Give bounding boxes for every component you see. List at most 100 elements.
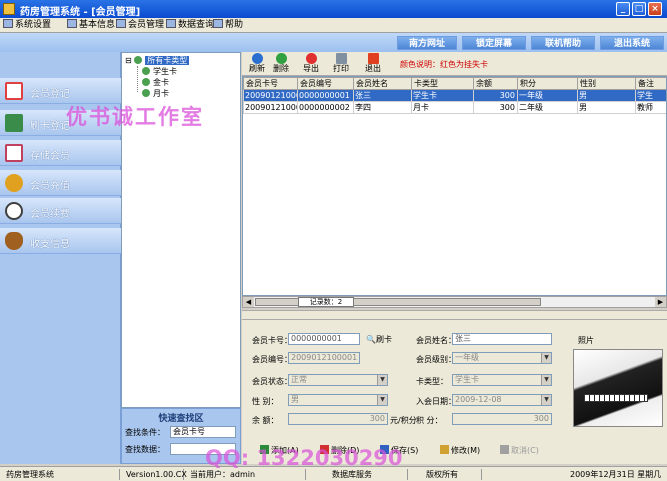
menu-data-query[interactable]: 数据查询 <box>166 19 214 32</box>
maximize-button[interactable]: □ <box>632 2 646 16</box>
nav-income-expense[interactable]: 收支信息 <box>0 228 121 254</box>
print-button[interactable]: 打印 <box>330 53 352 75</box>
card-type-select[interactable]: 学生卡 ▼ <box>452 374 552 386</box>
join-date-picker[interactable]: 2009-12-08 ▼ <box>452 394 552 406</box>
status-select[interactable]: 正常 ▼ <box>288 374 388 386</box>
card-no-label: 会员卡号： <box>252 336 292 345</box>
chevron-down-icon: ▼ <box>541 375 551 385</box>
tree-node-icon <box>142 67 150 75</box>
cancel-button[interactable]: 取消(C) <box>500 445 539 457</box>
help-icon <box>213 19 223 28</box>
swipe-card-button[interactable]: 🔍刷卡 <box>366 334 392 345</box>
balance-label: 余 额： <box>252 416 279 425</box>
tree-item-month-card[interactable]: 月卡 <box>142 88 169 99</box>
tree-node-icon <box>134 56 143 64</box>
query-icon <box>166 19 176 28</box>
tree-root[interactable]: ⊟ 所有卡类型 <box>125 55 190 66</box>
search-title: 快速查找区 <box>158 414 204 424</box>
toolbar: 刷新 删除 导出 打印 退出 颜色说明：红色为挂失卡 <box>242 52 667 76</box>
storage-icon <box>5 144 23 162</box>
grade-label: 会员级别： <box>416 355 456 364</box>
panel-divider <box>242 310 667 320</box>
status-database: 数据库服务 <box>328 469 408 480</box>
col-header-card-no[interactable]: 会员卡号 <box>243 77 298 90</box>
member-photo <box>573 349 663 427</box>
join-date-label: 入会日期： <box>416 397 456 406</box>
nav-storage-member[interactable]: 存储会员 <box>0 140 121 166</box>
menu-members[interactable]: 会员管理 <box>116 19 164 32</box>
nav-member-renew[interactable]: 会员续费 <box>0 198 121 224</box>
edit-icon <box>440 445 449 454</box>
unit-label: 元/积分 <box>390 416 417 425</box>
print-icon <box>335 53 347 64</box>
tree-node-icon <box>142 78 150 86</box>
member-id-label: 会员编号： <box>252 355 292 364</box>
col-header-points[interactable]: 积分 <box>517 77 578 90</box>
tree-item-gold-card[interactable]: 金卡 <box>142 77 169 88</box>
table-row[interactable]: 2009012100001 0000000001 张三 学生卡 300 一年级 … <box>243 89 666 102</box>
card-swipe-icon <box>5 114 23 132</box>
menu-basic-info[interactable]: 基本信息 <box>67 19 115 32</box>
exit-button[interactable]: 退出 <box>362 53 384 75</box>
status-app-name: 药房管理系统 <box>2 469 120 480</box>
menu-help[interactable]: 帮助 <box>213 19 243 32</box>
card-no-field[interactable]: 0000000001 <box>288 333 360 345</box>
tab-online-help[interactable]: 联机帮助 <box>531 36 595 50</box>
window-title: 药房管理系统 - [会员管理] <box>20 7 141 18</box>
export-button[interactable]: 导出 <box>298 53 324 75</box>
col-header-member-id[interactable]: 会员编号 <box>297 77 354 90</box>
renew-icon <box>5 202 23 220</box>
photo-label: 照片 <box>578 336 594 345</box>
magnifier-icon: 🔍 <box>366 335 376 344</box>
col-header-name[interactable]: 会员姓名 <box>353 77 412 90</box>
record-count-tab[interactable]: 记录数：2 <box>298 297 354 307</box>
studio-watermark: 优书诚工作室 <box>66 104 204 129</box>
col-header-card-type[interactable]: 卡类型 <box>411 77 474 90</box>
card-type-label: 卡类型： <box>416 377 448 386</box>
balance-field[interactable]: 300 <box>288 413 388 425</box>
points-field[interactable]: 300 <box>452 413 552 425</box>
cancel-icon <box>500 445 509 454</box>
qq-watermark: QQ: 1322030290 <box>205 446 403 470</box>
refresh-button[interactable]: 刷新 <box>246 53 268 75</box>
col-header-balance[interactable]: 余额 <box>473 77 518 90</box>
member-detail-form: 会员卡号： 0000000001 🔍刷卡 会员姓名： 张三 照片 会员编号： 2… <box>242 320 667 464</box>
menu-system-settings[interactable]: 系统设置 <box>3 19 51 32</box>
chevron-down-icon: ▼ <box>377 395 387 405</box>
member-id-field[interactable]: 2009012100001 <box>288 352 360 364</box>
edit-button[interactable]: 修改(M) <box>440 445 480 457</box>
minimize-button[interactable]: _ <box>616 2 630 16</box>
table-row[interactable]: 2009012100002 0000000002 李四 月卡 300 二年级 男… <box>243 101 666 114</box>
info-icon <box>67 19 77 28</box>
export-icon <box>305 53 317 64</box>
col-header-gender[interactable]: 性别 <box>577 77 636 90</box>
refresh-icon <box>251 53 263 64</box>
nav-member-recharge[interactable]: 会员充值 <box>0 170 121 196</box>
grid-header-row: 会员卡号 会员编号 会员姓名 卡类型 余额 积分 性别 备注 <box>243 77 666 90</box>
name-field[interactable]: 张三 <box>452 333 552 345</box>
tree-node-icon <box>142 89 150 97</box>
scroll-right-icon[interactable]: ▶ <box>655 297 666 307</box>
tab-website[interactable]: 南方网址 <box>397 36 457 50</box>
tab-lock-screen[interactable]: 锁定屏幕 <box>462 36 526 50</box>
scroll-left-icon[interactable]: ◀ <box>243 297 254 307</box>
tree-item-student-card[interactable]: 学生卡 <box>142 66 177 77</box>
search-field-select[interactable]: 会员卡号 <box>170 426 236 438</box>
chevron-down-icon: ▼ <box>541 353 551 363</box>
search-field-label: 查找条件： <box>125 428 165 437</box>
status-current-user: 当前用户：admin <box>186 469 306 480</box>
settings-icon <box>3 19 13 28</box>
close-button[interactable]: × <box>648 2 662 16</box>
tab-exit-system[interactable]: 退出系统 <box>600 36 664 50</box>
delete-button[interactable]: 删除 <box>270 53 292 75</box>
status-copyright: 版权所有 <box>422 469 482 480</box>
col-header-remark[interactable]: 备注 <box>635 77 666 90</box>
header-bar: 南方网址 锁定屏幕 联机帮助 退出系统 <box>0 33 667 52</box>
name-label: 会员姓名： <box>416 336 456 345</box>
search-content-label: 查找数据： <box>125 445 165 454</box>
status-version: Version1.00.CX <box>122 469 187 480</box>
gender-select[interactable]: 男 ▼ <box>288 394 388 406</box>
gender-label: 性 别： <box>252 397 279 406</box>
grade-select[interactable]: 一年级 ▼ <box>452 352 552 364</box>
app-icon <box>3 3 15 15</box>
